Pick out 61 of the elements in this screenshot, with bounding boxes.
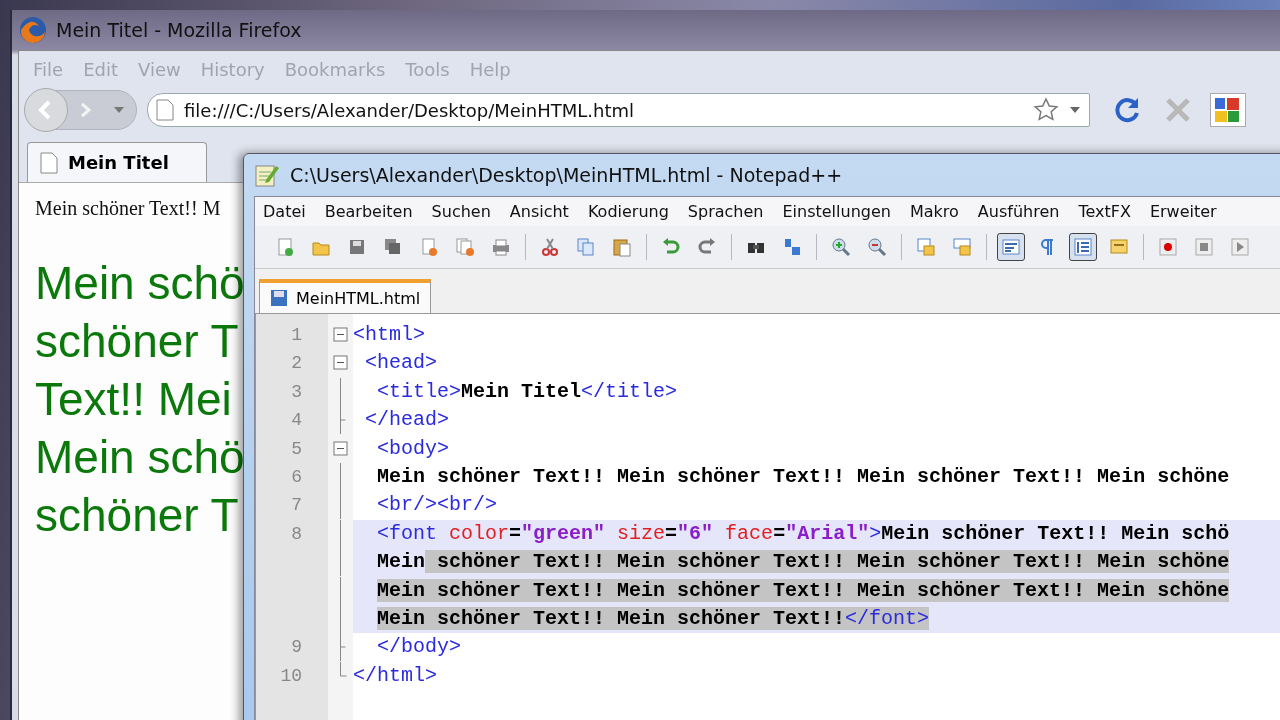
menu-item[interactable]: Suchen: [431, 202, 491, 221]
code-text: Mein: [377, 550, 425, 574]
menu-item[interactable]: Makro: [909, 202, 959, 221]
code-text: </body>: [376, 635, 462, 659]
code-text: "green": [521, 521, 606, 545]
menu-item[interactable]: Sprachen: [687, 202, 764, 221]
code-text: Mein schöner Text!! Mein schöner Text!! Mein schöner Text!! Mein schöne: [376, 464, 1230, 488]
code-text: schöner Text!! Mein schöner Text!! Mein schöner Text!! Mein schöne: [425, 550, 1230, 574]
code-text: >: [869, 521, 882, 545]
line-number: 10: [280, 665, 302, 686]
code-text: <head>: [364, 351, 437, 375]
menu-item[interactable]: Datei: [263, 202, 306, 221]
line-number: 2: [291, 353, 302, 374]
line-number: 4: [291, 410, 302, 431]
line-number: 6: [291, 466, 302, 487]
line-number: 9: [291, 637, 302, 658]
code-text: face: [724, 521, 774, 545]
code-text: </font>: [845, 606, 930, 630]
code-text: Mein schöner Text!! Mein schöner Text!!: [377, 606, 846, 630]
code-text: =: [773, 521, 786, 545]
code-text: <html>: [353, 323, 425, 346]
page-paragraph: Mein schöner Text!! M: [35, 197, 221, 220]
code-text: Mein Titel: [461, 379, 582, 403]
address-bar[interactable]: file:///C:/Users/Alexander/Desktop/MeinHTML.html: [147, 93, 1090, 127]
menu-item[interactable]: TextFX: [1078, 202, 1131, 221]
line-number: 5: [291, 438, 302, 459]
menu-item[interactable]: Bearbeiten: [324, 202, 413, 221]
line-number: 7: [291, 495, 302, 516]
browser-tab[interactable]: Mein Titel: [27, 142, 207, 182]
menu-item[interactable]: Ausführen: [977, 202, 1060, 221]
code-text: Mein schöner Text!! Mein schö: [881, 521, 1230, 545]
code-text: =: [665, 521, 678, 545]
line-number: 3: [291, 381, 302, 402]
code-text: <font: [376, 521, 437, 545]
code-text: size: [616, 521, 666, 545]
menu-item[interactable]: Erweiter: [1149, 202, 1217, 221]
code-text: "6": [677, 521, 714, 545]
code-text: "Arial": [785, 521, 870, 545]
window-title: Mein Titel - Mozilla Firefox: [56, 19, 302, 41]
url-text: file:///C:/Users/Alexander/Desktop/MeinHTML.html: [184, 99, 636, 121]
code-text: <br/><br/>: [376, 493, 498, 517]
code-text: </head>: [364, 408, 449, 432]
code-text: Mein schöner Text!! Mein schöner Text!! Mein schöner Text!! Mein schöne: [377, 578, 1230, 602]
menu-item[interactable]: Kodierung: [587, 202, 669, 221]
code-text: </title>: [581, 379, 678, 403]
large-text-line: schöner T: [35, 314, 239, 369]
large-text-line: Mein schö: [35, 256, 245, 311]
large-text-line: schöner T: [35, 488, 239, 543]
line-number: 8: [291, 523, 302, 544]
menu-item[interactable]: Ansicht: [509, 202, 569, 221]
code-text: color: [448, 521, 510, 545]
large-text-line: Mein schö: [35, 430, 245, 485]
code-text: </html>: [353, 663, 437, 687]
code-text: <body>: [376, 436, 449, 460]
file-tab[interactable]: MeinHTML.html: [259, 279, 432, 313]
window-title: C:\Users\Alexander\Desktop\MeinHTML.html - Notepad++: [290, 164, 843, 186]
menu-item[interactable]: Einstellungen: [782, 202, 891, 221]
code-text: <title>: [376, 379, 462, 403]
line-number: 1: [291, 325, 302, 345]
large-text-line: Text!! Mei: [35, 372, 232, 427]
code-text: =: [509, 521, 522, 545]
